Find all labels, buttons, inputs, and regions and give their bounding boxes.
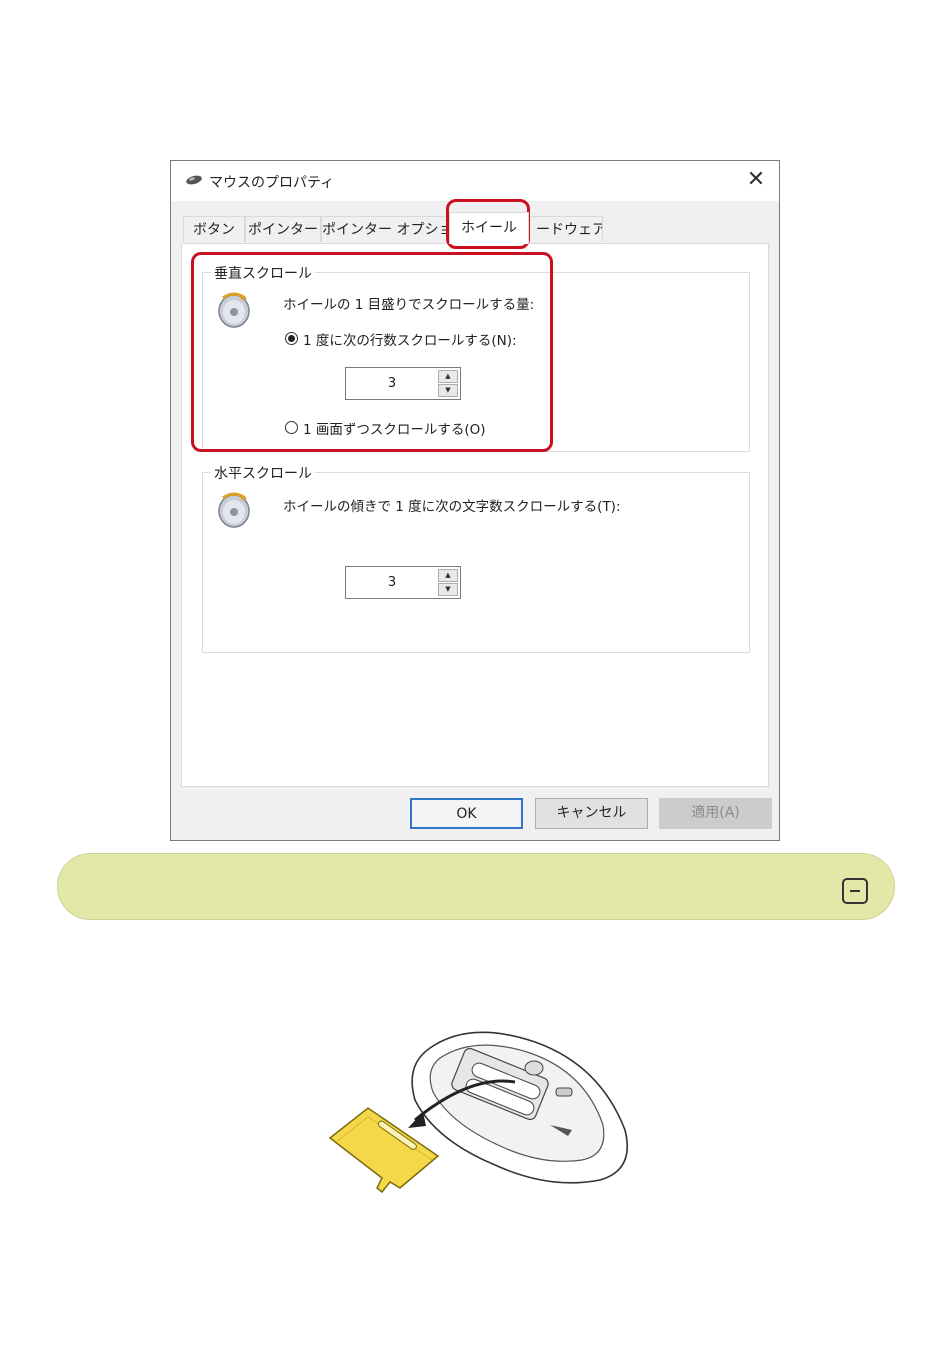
tab-pointers[interactable]: ポインター [245,216,321,242]
tab-wheel[interactable]: ホイール [449,212,529,244]
collapsible-section-bar[interactable] [57,853,895,920]
horizontal-scroll-legend: 水平スクロール [211,463,315,483]
mouse-icon [186,175,202,185]
horizontal-scroll-group: 水平スクロール ホイールの傾きで 1 度に次の文字数スクロールする(T): 3 … [202,463,750,653]
mouse-battery-cover-illustration [328,1031,629,1194]
spin-down-icon[interactable]: ▼ [438,583,458,596]
spin-up-icon[interactable]: ▲ [438,569,458,582]
tab-buttons[interactable]: ボタン [183,216,245,242]
mouse-wheel-icon [218,492,250,528]
collapse-minus-icon[interactable] [842,878,868,904]
dialog-title: マウスのプロパティ [209,175,335,191]
chars-spinner[interactable]: 3 ▲ ▼ [345,566,461,599]
close-button[interactable]: ✕ [743,167,769,193]
vertical-scroll-highlight [191,252,553,452]
title-bar: マウスのプロパティ ✕ [171,161,779,201]
apply-button[interactable]: 適用(A) [659,798,772,829]
tab-pointer-options[interactable]: ポインター オプショ [321,216,449,242]
chars-value[interactable]: 3 [346,567,438,598]
tab-hardware[interactable]: ードウェア [529,216,603,242]
mouse-body-icon [411,1031,629,1184]
chars-spin-buttons: ▲ ▼ [438,569,458,596]
ok-button[interactable]: OK [410,798,523,829]
horizontal-scroll-description: ホイールの傾きで 1 度に次の文字数スクロールする(T): [283,499,621,515]
cancel-button[interactable]: キャンセル [535,798,648,829]
arrow-head-icon [408,1112,426,1128]
